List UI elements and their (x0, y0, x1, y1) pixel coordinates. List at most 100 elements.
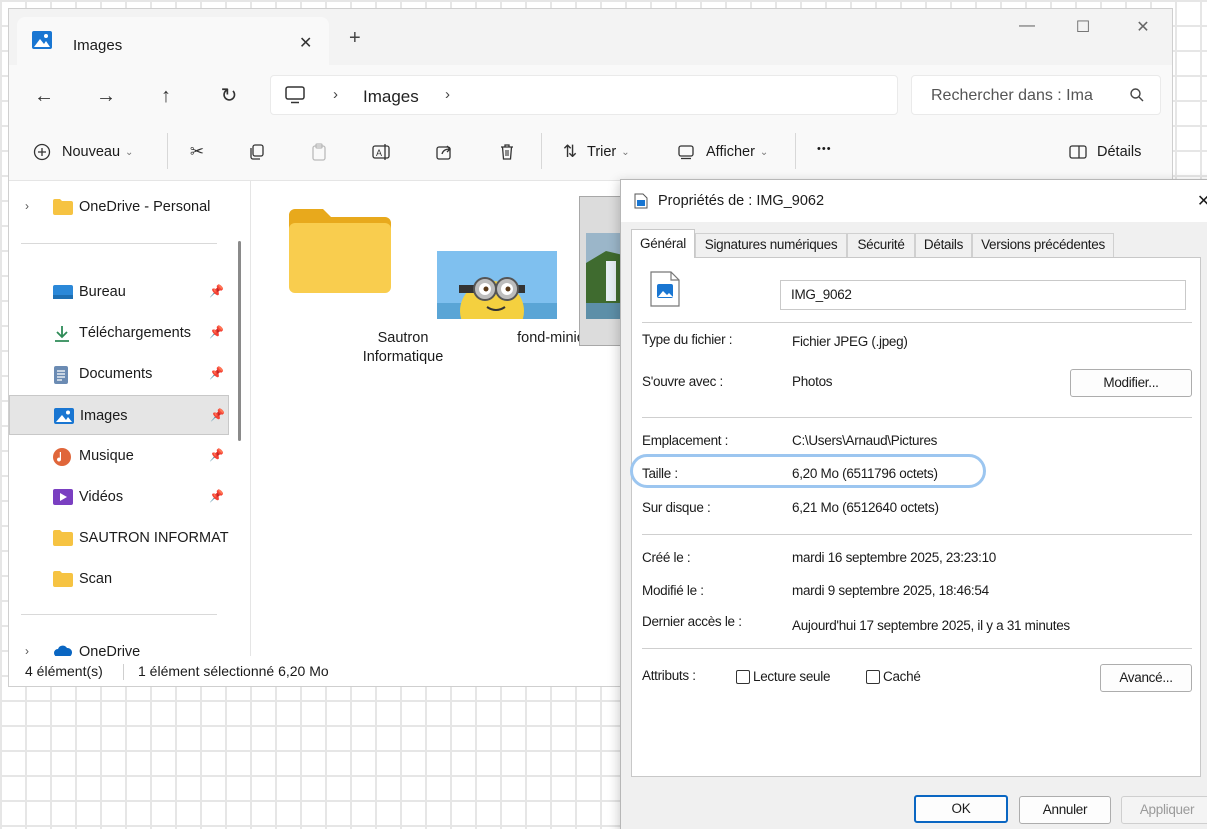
svg-text:A: A (376, 148, 382, 158)
paste-icon (308, 141, 330, 163)
sidebar-item-label: Téléchargements (79, 325, 192, 341)
new-label: Nouveau (62, 144, 121, 160)
pin-icon[interactable]: 📌 (209, 325, 224, 339)
back-icon[interactable]: ← (29, 81, 59, 111)
pin-icon[interactable]: 📌 (209, 489, 224, 503)
share-icon (433, 141, 455, 163)
sidebar-item-onedrive-personal[interactable]: › OneDrive - Personal (9, 187, 229, 227)
maximize-icon[interactable]: ☐ (1063, 17, 1103, 37)
size-highlight-annotation (630, 454, 986, 488)
breadcrumb-separator-icon[interactable]: › (445, 86, 450, 103)
music-icon (53, 448, 71, 466)
sidebar-item-label: OneDrive (79, 644, 141, 656)
details-button[interactable]: Détails (1067, 141, 1141, 163)
expand-chevron-icon[interactable]: › (25, 644, 29, 656)
image-file-large-icon (649, 270, 681, 311)
dialog-titlebar: Propriétés de : IMG_9062 ✕ (621, 180, 1207, 222)
opens-with-label: S'ouvre avec : (642, 374, 723, 389)
window-close-icon[interactable]: ✕ (1123, 17, 1163, 37)
separator (642, 417, 1192, 418)
sidebar-item-onedrive[interactable]: › OneDrive (9, 640, 229, 656)
new-tab-icon[interactable]: + (349, 28, 361, 48)
sort-button[interactable]: ⇅ Trier ⌄ (559, 141, 630, 163)
folder-item[interactable]: Sautron Informatique (273, 193, 443, 373)
sidebar-item-label: Images (80, 408, 128, 424)
rename-button[interactable]: A (371, 141, 393, 163)
apply-button[interactable]: Appliquer (1121, 796, 1207, 824)
accessed-value: Aujourd'hui 17 septembre 2025, il y a 31… (792, 618, 1070, 633)
modified-value: mardi 9 septembre 2025, 18:46:54 (792, 583, 989, 598)
pin-icon[interactable]: 📌 (210, 408, 225, 422)
sidebar-item-scan[interactable]: Scan (9, 559, 229, 599)
new-button[interactable]: Nouveau ⌄ (31, 141, 133, 163)
pin-icon[interactable]: 📌 (209, 448, 224, 462)
sidebar-item-musique[interactable]: Musique 📌 (9, 436, 229, 476)
created-label: Créé le : (642, 550, 691, 565)
properties-dialog: Propriétés de : IMG_9062 ✕ Général Signa… (620, 179, 1207, 829)
separator (642, 322, 1192, 323)
filename-field[interactable]: IMG_9062 (780, 280, 1186, 310)
refresh-icon[interactable]: ↻ (214, 81, 244, 111)
delete-button[interactable] (496, 141, 518, 163)
sidebar-item-telechargements[interactable]: Téléchargements 📌 (9, 313, 229, 353)
pin-icon[interactable]: 📌 (209, 284, 224, 298)
image-item[interactable]: fond-minion (425, 193, 593, 373)
tab-security[interactable]: Sécurité (847, 233, 915, 257)
tab-images[interactable]: Images ✕ (17, 17, 329, 67)
cloud-icon (53, 644, 73, 656)
filename-value: IMG_9062 (791, 287, 852, 302)
sort-label: Trier (587, 144, 617, 160)
sidebar-scrollbar[interactable] (238, 241, 241, 441)
tab-previous-versions[interactable]: Versions précédentes (972, 233, 1114, 257)
readonly-label[interactable]: Lecture seule (753, 669, 830, 684)
address-bar[interactable]: › Images › (270, 75, 898, 115)
navigation-pane: › OneDrive - Personal Bureau 📌 Télécharg… (9, 181, 249, 656)
search-input[interactable]: Rechercher dans : Ima (911, 75, 1161, 115)
tab-details[interactable]: Détails (915, 233, 972, 257)
sidebar-item-bureau[interactable]: Bureau 📌 (9, 272, 229, 312)
folder-icon (53, 199, 73, 215)
expand-chevron-icon[interactable]: › (25, 199, 29, 213)
copy-button[interactable] (246, 141, 268, 163)
pin-icon[interactable]: 📌 (209, 366, 224, 380)
pictures-icon (54, 408, 74, 424)
advanced-button[interactable]: Avancé... (1100, 664, 1192, 692)
more-options-button[interactable]: ••• (817, 143, 832, 155)
ok-button[interactable]: OK (914, 795, 1008, 823)
sidebar-divider (21, 614, 217, 615)
sidebar-item-documents[interactable]: Documents 📌 (9, 354, 229, 394)
hidden-label[interactable]: Caché (883, 669, 921, 684)
chevron-down-icon: ⌄ (621, 146, 630, 158)
attributes-label: Attributs : (642, 668, 696, 683)
modify-button[interactable]: Modifier... (1070, 369, 1192, 397)
hidden-checkbox[interactable] (866, 670, 880, 684)
breadcrumb-images[interactable]: Images (363, 87, 419, 107)
cut-button[interactable]: ✂ (186, 141, 208, 163)
tab-general[interactable]: Général (631, 229, 695, 258)
documents-icon (53, 366, 71, 384)
sidebar-item-label: Musique (79, 448, 134, 464)
cancel-button[interactable]: Annuler (1019, 796, 1111, 824)
sidebar-item-images[interactable]: Images 📌 (9, 395, 229, 435)
up-icon[interactable]: ↑ (151, 81, 181, 111)
forward-icon[interactable]: → (91, 81, 121, 111)
paste-button[interactable] (308, 141, 330, 163)
sidebar-item-label: OneDrive - Personal (79, 199, 211, 215)
share-button[interactable] (433, 141, 455, 163)
tab-signatures[interactable]: Signatures numériques (695, 233, 847, 257)
type-value: Fichier JPEG (.jpeg) (792, 334, 908, 349)
details-label: Détails (1097, 144, 1142, 160)
dialog-close-icon[interactable]: ✕ (1197, 191, 1207, 211)
folder-icon (285, 207, 395, 301)
sidebar-item-videos[interactable]: Vidéos 📌 (9, 477, 229, 517)
sidebar-item-sautron-informat[interactable]: SAUTRON INFORMAT (9, 518, 229, 558)
image-file-icon (634, 193, 648, 212)
minimize-icon[interactable]: — (1007, 17, 1047, 35)
tab-close-icon[interactable]: ✕ (299, 33, 312, 53)
sort-icon: ⇅ (562, 142, 578, 161)
copy-icon (246, 141, 268, 163)
toolbar-divider (795, 133, 796, 169)
details-pane-icon (1067, 141, 1089, 163)
view-button[interactable]: Afficher ⌄ (675, 141, 768, 163)
readonly-checkbox[interactable] (736, 670, 750, 684)
